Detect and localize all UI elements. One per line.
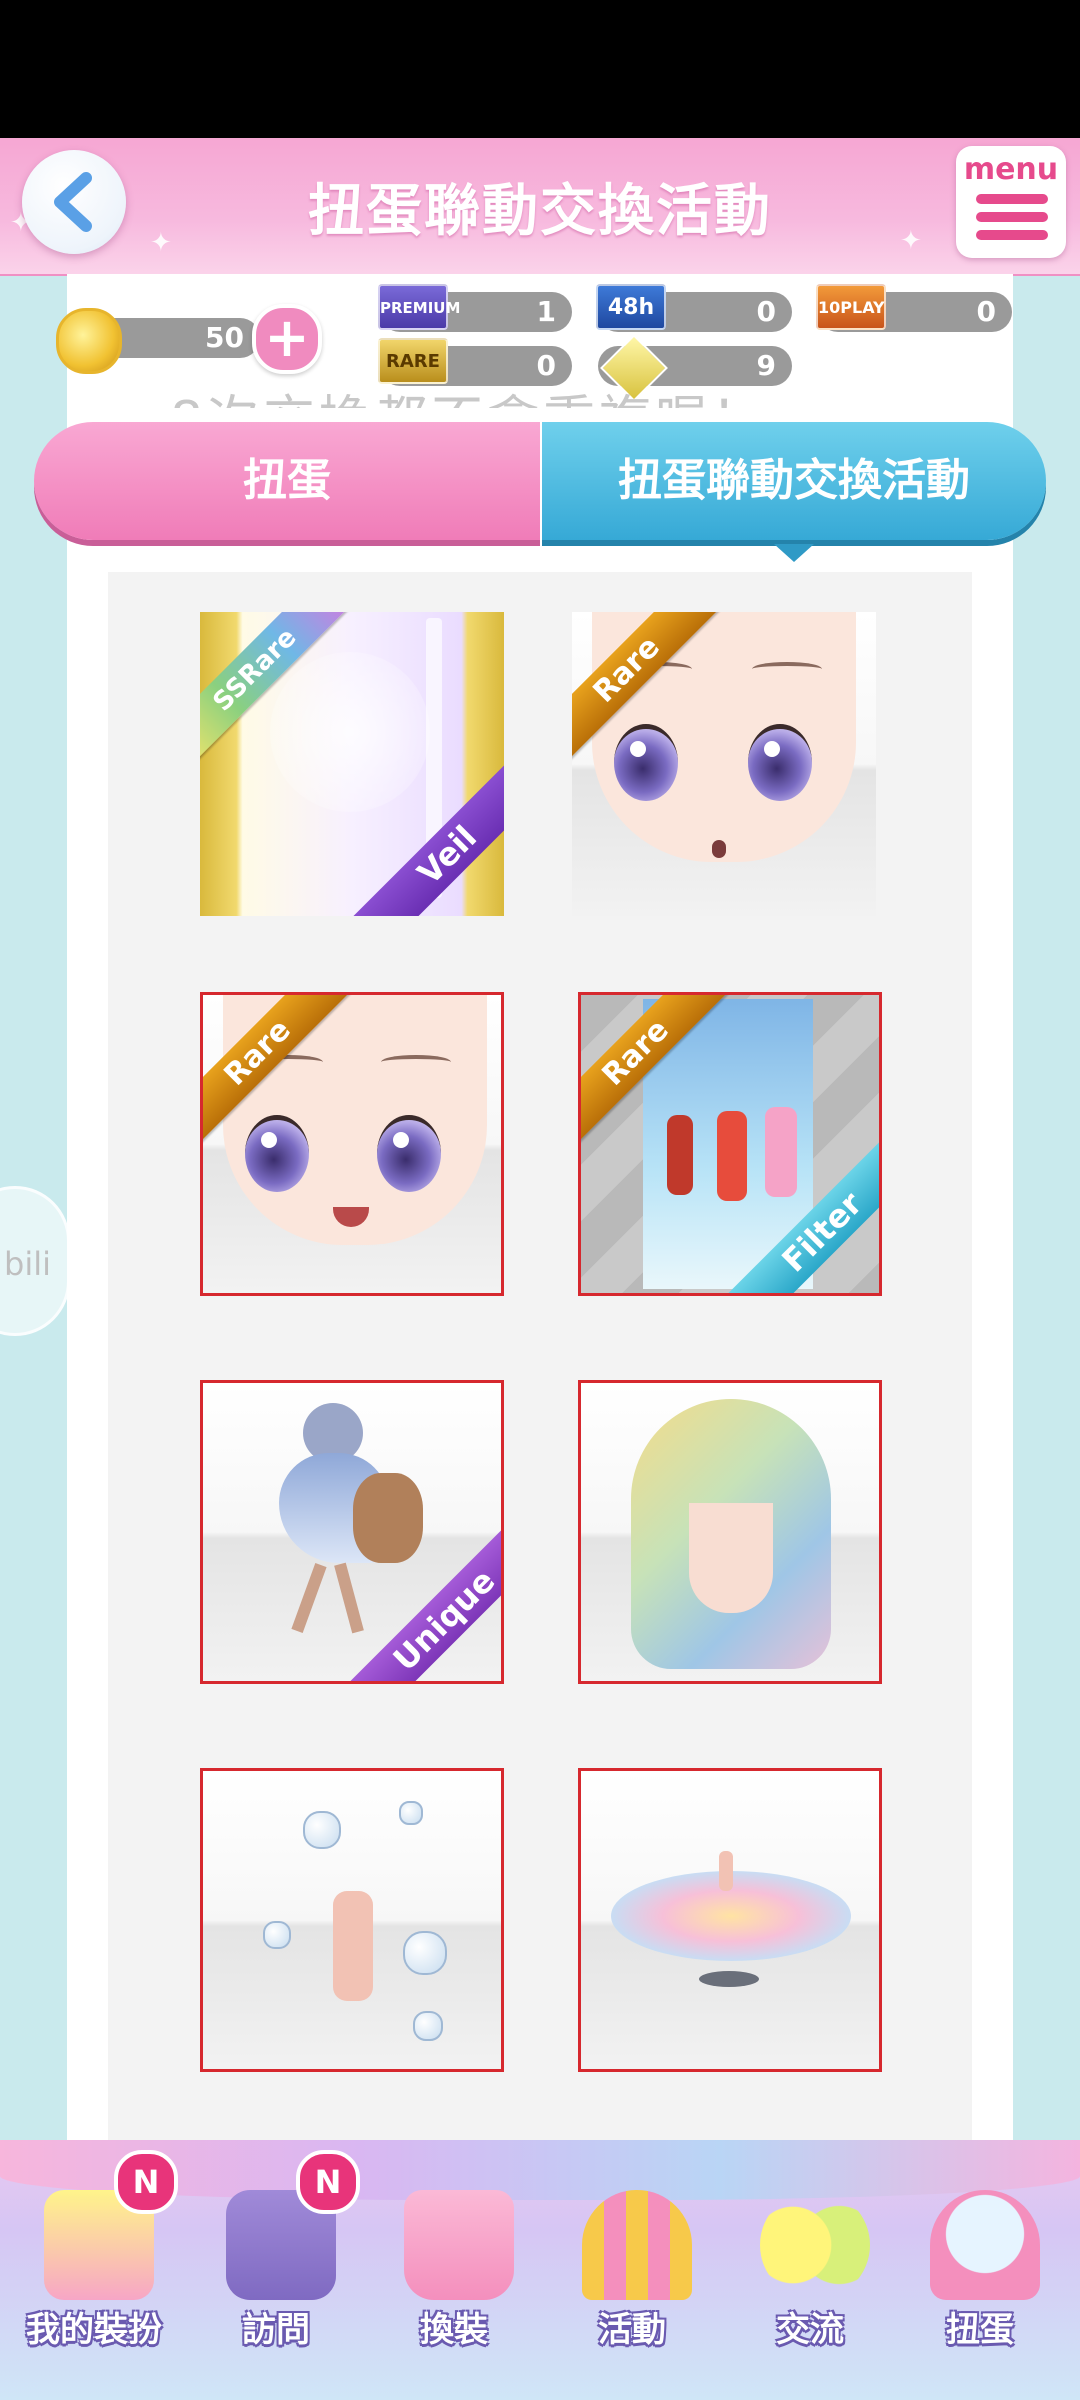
body-art: [333, 1891, 373, 2001]
item-card[interactable]: Rare Filter: [578, 992, 882, 1296]
nav-item-social[interactable]: 交流: [730, 2140, 890, 2400]
eye-art: [245, 1115, 309, 1192]
tent-icon: [582, 2190, 692, 2300]
bubble-art: [413, 2011, 443, 2041]
body-art: [719, 1851, 733, 1891]
notification-badge: N: [296, 2150, 360, 2214]
shadow-art: [699, 1971, 759, 1987]
scrolled-notice-text: 8次交換都不會重複喔！: [170, 378, 767, 408]
leg-art: [334, 1562, 364, 1634]
bag-art: [353, 1473, 423, 1563]
item-card[interactable]: [578, 1768, 882, 2072]
bubble-art: [303, 1811, 341, 1849]
face-art: [689, 1503, 773, 1613]
bubble-art: [403, 1931, 447, 1975]
header-bar: ✦ ✦ ✦ 扭蛋聯動交換活動 menu: [0, 138, 1080, 276]
nav-label: 訪問: [242, 2310, 310, 2350]
item-card[interactable]: [200, 1768, 504, 2072]
active-tab-indicator: [774, 544, 814, 562]
character-art: [717, 1111, 747, 1201]
nav-label: 扭蛋: [946, 2310, 1014, 2350]
nav-label: 交流: [776, 2310, 844, 2350]
tab-exchange-event[interactable]: 扭蛋聯動交換活動: [542, 422, 1046, 540]
mouth-art: [712, 840, 726, 858]
menu-icon-line: [976, 230, 1048, 240]
nav-label: 我的裝扮: [26, 2310, 162, 2350]
character-art: [765, 1107, 797, 1197]
nav-item-visit[interactable]: N 訪問: [196, 2140, 360, 2400]
tab-gacha[interactable]: 扭蛋: [34, 422, 540, 540]
tab-bar: 扭蛋 扭蛋聯動交換活動: [34, 422, 1046, 562]
gacha-machine-icon: [930, 2190, 1040, 2300]
item-card[interactable]: Unique: [200, 1380, 504, 1684]
menu-icon-line: [976, 212, 1048, 222]
brow-art: [381, 1055, 451, 1069]
glow-art: [270, 652, 430, 812]
character-art: [667, 1115, 693, 1195]
nav-item-dressup[interactable]: 換裝: [374, 2140, 534, 2400]
eye-art: [614, 724, 678, 801]
bottom-nav: N 我的裝扮 N 訪問 換裝 活動 交流 扭蛋: [0, 2140, 1080, 2400]
notification-badge: N: [114, 2150, 178, 2214]
premium-ticket-icon: PREMIUM: [378, 284, 460, 330]
nav-label: 活動: [598, 2310, 666, 2350]
bubble-art: [263, 1921, 291, 1949]
leg-art: [291, 1563, 327, 1633]
item-card[interactable]: [578, 1380, 882, 1684]
floating-button[interactable]: bili: [0, 1186, 70, 1336]
bubble-art: [399, 1801, 423, 1825]
menu-label: menu: [963, 152, 1059, 187]
nav-item-events[interactable]: 活動: [552, 2140, 712, 2400]
add-coins-button[interactable]: +: [252, 304, 322, 374]
dress-icon: [404, 2190, 514, 2300]
page-title: 扭蛋聯動交換活動: [308, 179, 772, 244]
nav-item-gacha[interactable]: 扭蛋: [900, 2140, 1060, 2400]
item-card[interactable]: Rare: [572, 612, 876, 916]
coin-icon: [56, 308, 122, 374]
item-card[interactable]: Rare: [200, 992, 504, 1296]
nav-label: 換裝: [420, 2310, 488, 2350]
eye-art: [748, 724, 812, 801]
eye-art: [377, 1115, 441, 1192]
friends-icon: [760, 2190, 870, 2300]
brow-art: [752, 662, 822, 676]
ticket-48h-icon: 48h: [596, 284, 666, 330]
menu-button[interactable]: menu: [956, 146, 1066, 258]
status-bar: [0, 0, 1080, 138]
nav-item-my-outfit[interactable]: N 我的裝扮: [14, 2140, 178, 2400]
menu-icon: [976, 194, 1048, 204]
item-card[interactable]: SSRare Veil: [200, 612, 504, 916]
ticket-10play-icon: 10PLAY: [816, 284, 886, 330]
